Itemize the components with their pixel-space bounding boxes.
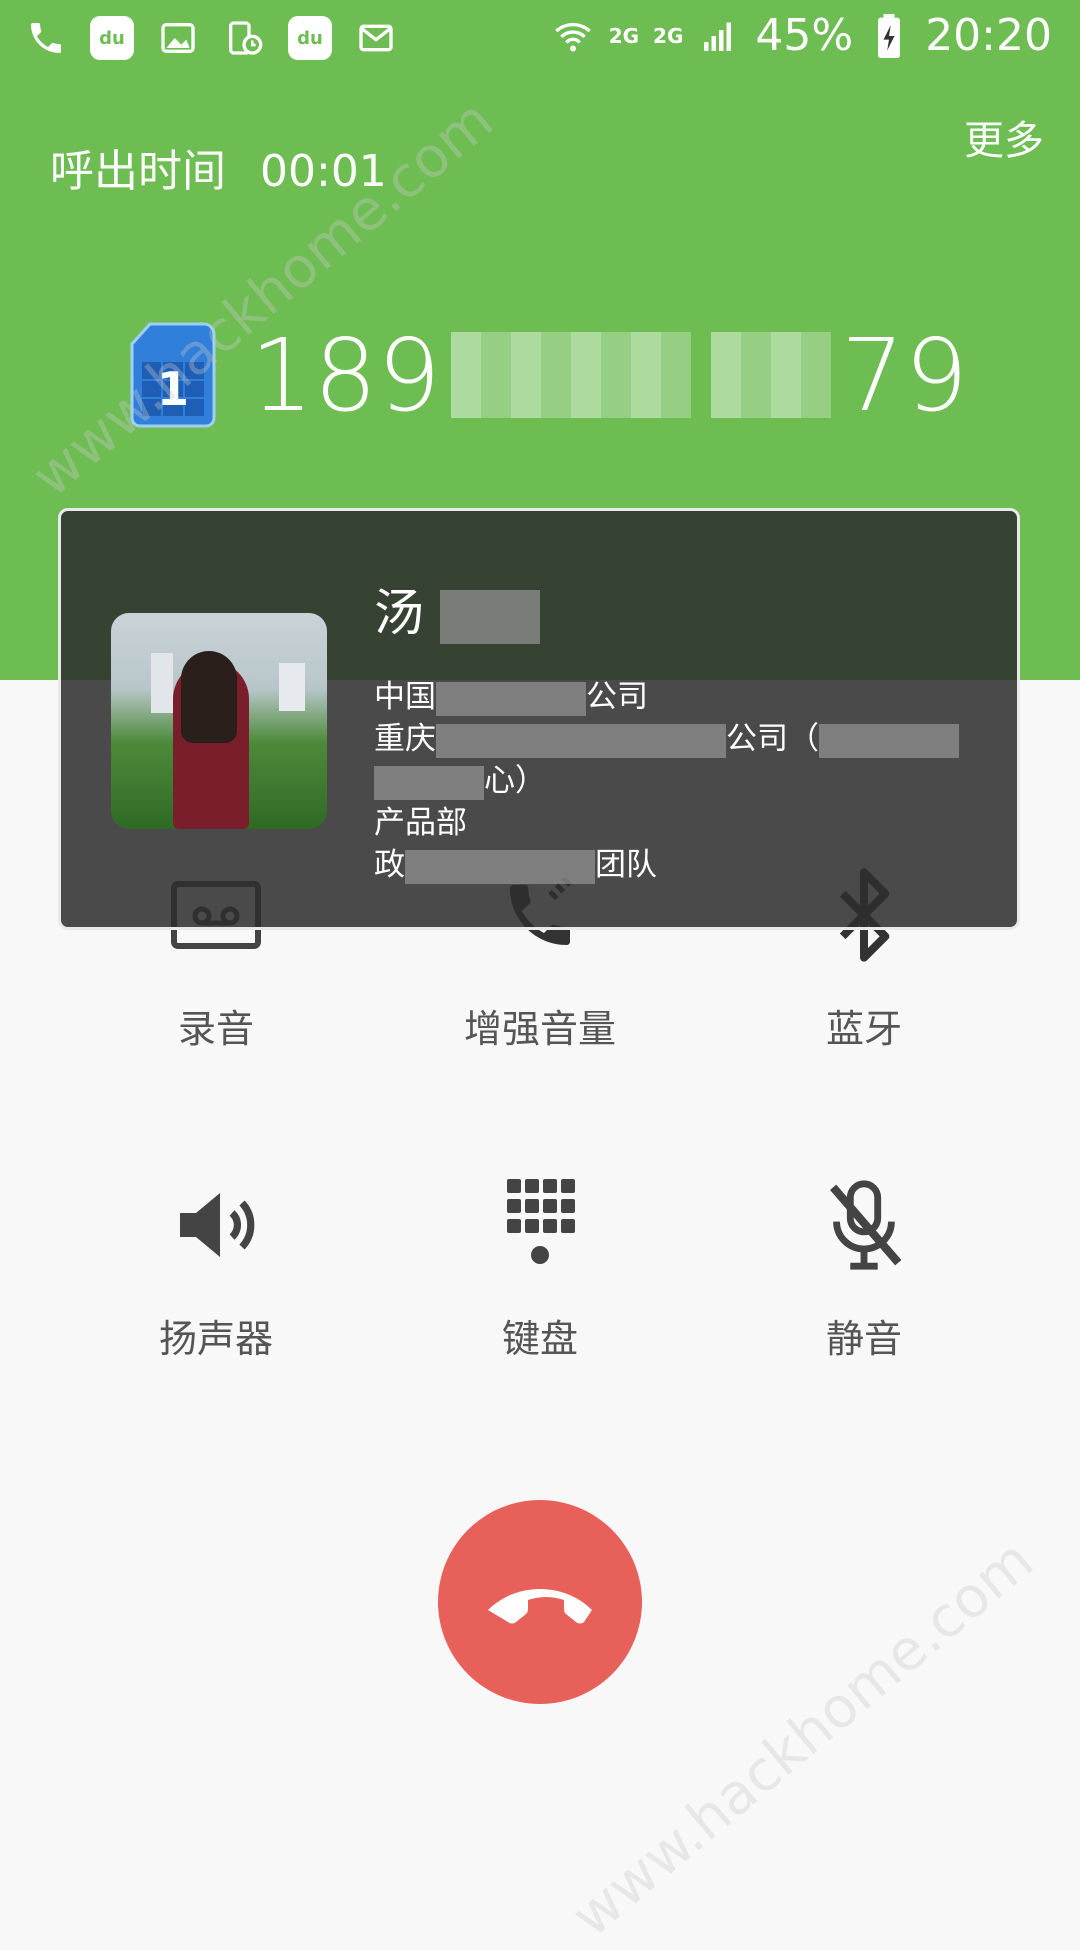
battery-charging-icon [867,13,911,58]
redacted-text [436,681,586,716]
bluetooth-label: 蓝牙 [825,1007,902,1051]
signal-icon [697,14,741,58]
speaker-icon [66,1170,366,1280]
wifi-icon [551,14,595,58]
device-clock-icon [222,16,266,60]
call-duration-label: 呼出时间 [50,146,226,197]
network-type-label: 2G [653,23,684,48]
redacted-text [819,723,959,758]
keypad-label: 键盘 [501,1317,578,1361]
redacted-text [439,589,540,644]
contact-department: 产品部 [374,805,467,841]
contact-team-line: 政团队 [374,847,657,884]
more-button[interactable]: 更多 [964,108,1044,166]
mic-off-icon [714,1170,1014,1280]
contact-name: 汤 [374,573,540,645]
redacted-digits [710,332,831,418]
status-bar: du du 2G 2G 45% 20:20 [0,0,1080,80]
image-icon [156,16,200,60]
boost-volume-label: 增强音量 [463,1007,616,1051]
clock: 20:20 [925,10,1052,61]
hang-up-icon [480,1570,600,1634]
redacted-text [436,723,726,758]
mute-label: 静音 [825,1317,902,1361]
dialpad-icon [390,1170,690,1280]
contact-branch-line-cont: 心） [374,755,546,800]
contact-avatar [111,613,327,829]
redacted-text [374,765,484,800]
battery-percent: 45% [755,10,854,61]
redacted-digits [450,332,691,418]
du-map-pin-icon: du [90,16,134,60]
record-label: 录音 [177,1007,254,1051]
phone-number-suffix: 79 [840,316,969,434]
call-duration: 呼出时间 00:01 [50,135,387,199]
keypad-button[interactable]: 键盘 [390,1170,690,1363]
speaker-label: 扬声器 [158,1317,273,1361]
phone-icon [24,16,68,60]
mute-button[interactable]: 静音 [714,1170,1014,1363]
speaker-button[interactable]: 扬声器 [66,1170,366,1363]
phone-number-prefix: 189 [250,316,441,434]
end-call-button[interactable] [438,1500,642,1704]
contact-card[interactable]: 汤 中国 公司 重庆 公司（ 心） 产品部 政团队 [58,508,1020,930]
contact-branch-line: 重庆 公司（ [374,713,959,758]
mail-icon [354,16,398,60]
contact-company-line: 中国 公司 [374,679,648,716]
network-type-label: 2G [608,23,640,48]
du-map-pin-icon: du [288,16,332,60]
redacted-text [405,849,595,884]
